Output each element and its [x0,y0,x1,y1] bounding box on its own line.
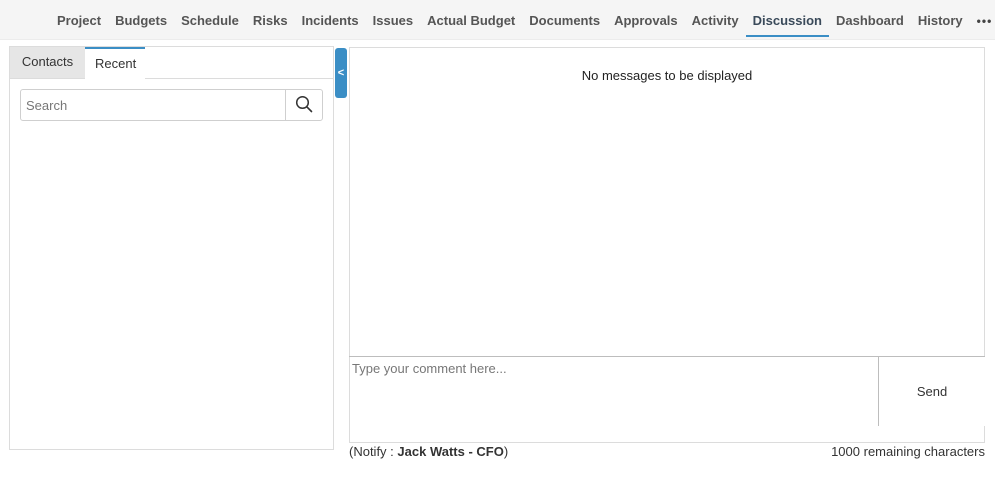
more-menu-icon[interactable]: ••• [970,0,995,40]
comment-composer: Send [349,356,985,443]
nav-item-history[interactable]: History [911,0,970,40]
remaining-characters: 1000 remaining characters [831,444,985,459]
nav-item-discussion[interactable]: Discussion [745,0,830,40]
nav-item-schedule[interactable]: Schedule [174,0,246,40]
nav-item-approvals[interactable]: Approvals [607,0,685,40]
nav-item-risks[interactable]: Risks [246,0,295,40]
send-button[interactable]: Send [878,357,985,426]
search-input[interactable] [21,90,285,120]
tab-contacts[interactable]: Contacts [10,47,85,78]
tab-recent[interactable]: Recent [85,47,145,80]
notify-prefix: (Notify : [349,444,398,459]
sidebar-tabs: Contacts Recent [10,47,333,80]
comment-input[interactable] [349,357,878,426]
search-button[interactable] [285,90,322,120]
nav-item-incidents[interactable]: Incidents [295,0,366,40]
notify-suffix: ) [503,444,509,459]
top-navigation: Project Budgets Schedule Risks Incidents… [0,0,995,40]
search-icon [295,95,313,116]
nav-item-budgets[interactable]: Budgets [108,0,174,40]
collapse-panel-button[interactable]: < [335,48,347,98]
empty-messages-text: No messages to be displayed [581,68,753,83]
search-box [20,89,323,121]
message-list: No messages to be displayed [350,48,984,357]
nav-item-actual-budget[interactable]: Actual Budget [420,0,522,40]
nav-item-documents[interactable]: Documents [522,0,607,40]
notify-recipient: Jack Watts - CFO [397,444,504,459]
nav-list: Project Budgets Schedule Risks Incidents… [50,0,995,40]
nav-item-project[interactable]: Project [50,0,108,40]
nav-item-dashboard[interactable]: Dashboard [829,0,911,40]
discussion-panel: No messages to be displayed Send [349,47,985,443]
nav-item-activity[interactable]: Activity [685,0,746,40]
notify-info: (Notify : Jack Watts - CFO) [349,444,508,459]
chevron-left-icon: < [337,67,345,79]
contacts-panel: Contacts Recent [9,46,334,450]
nav-item-issues[interactable]: Issues [366,0,420,40]
